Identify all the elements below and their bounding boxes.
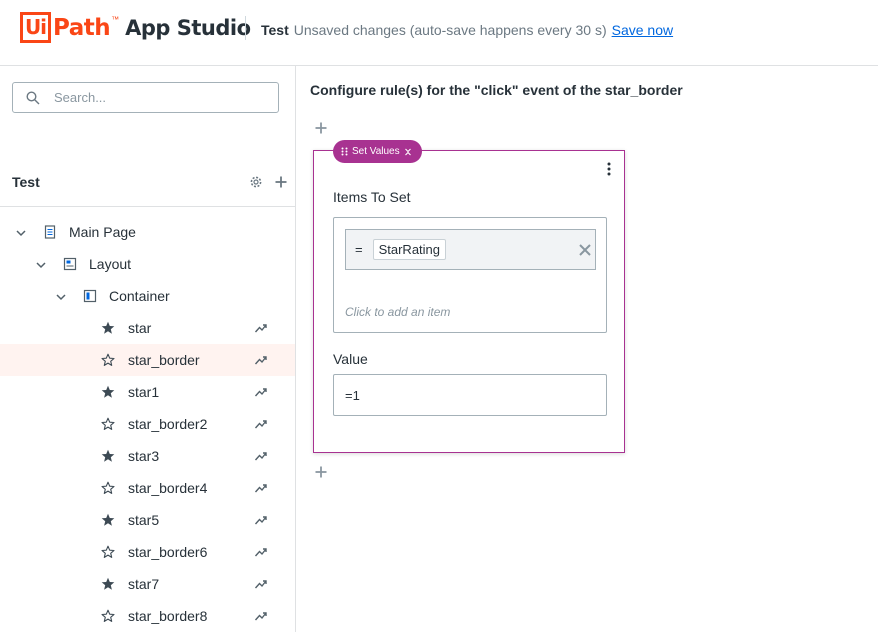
star-outline-icon [101, 417, 115, 431]
event-rules-icon[interactable] [254, 609, 268, 623]
rule-editor: Configure rule(s) for the "click" event … [296, 66, 878, 632]
star-outline-icon [101, 545, 115, 559]
tree-title: Test [12, 174, 40, 190]
more-options-icon[interactable] [604, 162, 614, 176]
tree-item-label: star5 [128, 512, 160, 528]
tree-item-main-page[interactable]: Main Page [0, 216, 295, 248]
add-item-placeholder[interactable]: Click to add an item [345, 305, 450, 319]
tree-item-label: star7 [128, 576, 160, 592]
event-rules-icon[interactable] [254, 577, 268, 591]
tree-item-star5[interactable]: star5 [0, 504, 295, 536]
event-rules-icon[interactable] [254, 353, 268, 367]
rule-title: Configure rule(s) for the "click" event … [310, 82, 683, 98]
items-to-set-box[interactable]: = StarRating Click to add an item [333, 217, 607, 333]
tree-item-label: Layout [89, 256, 132, 272]
tree-item-star3[interactable]: star3 [0, 440, 295, 472]
logo-tm: ™ [111, 15, 120, 24]
item-row[interactable]: = StarRating [345, 229, 596, 270]
tree-item-label: Main Page [69, 224, 136, 240]
save-now-link[interactable]: Save now [612, 22, 673, 38]
close-icon[interactable] [578, 243, 592, 257]
collapse-chevron-icon[interactable] [404, 148, 412, 156]
sidebar: Test Main Page Layout Container star star_bo… [0, 66, 296, 632]
star-filled-icon [101, 321, 115, 335]
tree-item-layout[interactable]: Layout [0, 248, 295, 280]
drag-handle-icon[interactable] [341, 147, 348, 156]
tree-item-star-border[interactable]: star_border [0, 344, 295, 376]
chevron-down-icon[interactable] [15, 226, 27, 238]
expression-equals: = [355, 242, 363, 257]
tree-item-star-border4[interactable]: star_border4 [0, 472, 295, 504]
search-input[interactable] [54, 90, 254, 105]
control-tree: Main Page Layout Container star star_borders… [0, 216, 295, 632]
items-to-set-label: Items To Set [333, 189, 411, 205]
star-filled-icon [101, 577, 115, 591]
gear-icon[interactable] [249, 175, 263, 189]
tree-item-label: star1 [128, 384, 160, 400]
value-input[interactable]: =1 [333, 374, 607, 416]
item-chip[interactable]: StarRating [372, 239, 447, 260]
tree-item-star-border8[interactable]: star_border8 [0, 600, 295, 632]
page-icon [43, 225, 57, 239]
event-rules-icon[interactable] [254, 385, 268, 399]
tree-item-star1[interactable]: star1 [0, 376, 295, 408]
tree-item-label: star3 [128, 448, 160, 464]
container-icon [83, 289, 97, 303]
uipath-logo: Ui Path ™ App Studio [20, 12, 251, 43]
star-outline-icon [101, 609, 115, 623]
add-rule-top-plus-icon[interactable] [314, 121, 328, 135]
app-name: Test [261, 22, 289, 38]
rule-type-tag[interactable]: Set Values [333, 140, 422, 163]
header-divider [245, 16, 246, 40]
search-box[interactable] [12, 82, 279, 113]
tree-item-label: star_border4 [128, 480, 208, 496]
add-rule-bottom-plus-icon[interactable] [314, 465, 328, 479]
event-rules-icon[interactable] [254, 321, 268, 335]
tree-item-star7[interactable]: star7 [0, 568, 295, 600]
star-filled-icon [101, 513, 115, 527]
chevron-down-icon[interactable] [35, 258, 47, 270]
tree-header: Test [12, 174, 288, 194]
event-rules-icon[interactable] [254, 545, 268, 559]
tree-item-label: star [128, 320, 152, 336]
add-control-plus-icon[interactable] [274, 175, 288, 189]
logo-path: Path [53, 14, 111, 41]
logo-box: Ui [20, 12, 51, 43]
save-status: Test Unsaved changes (auto-save happens … [261, 22, 673, 38]
tree-item-label: star_border6 [128, 544, 208, 560]
event-rules-icon[interactable] [254, 417, 268, 431]
event-rules-icon[interactable] [254, 481, 268, 495]
tree-item-label: star_border [128, 352, 200, 368]
star-outline-icon [101, 353, 115, 367]
tree-item-star[interactable]: star [0, 312, 295, 344]
tree-item-container[interactable]: Container [0, 280, 295, 312]
star-filled-icon [101, 385, 115, 399]
star-outline-icon [101, 481, 115, 495]
tree-item-star-border2[interactable]: star_border2 [0, 408, 295, 440]
app-header: Ui Path ™ App Studio Test Unsaved change… [0, 0, 878, 66]
value-label: Value [333, 351, 368, 367]
rule-type-label: Set Values [352, 146, 400, 157]
set-values-rule-card[interactable]: Set Values Items To Set = StarRating Cli… [313, 140, 625, 453]
layout-icon [63, 257, 77, 271]
tree-item-star-border6[interactable]: star_border6 [0, 536, 295, 568]
tree-item-label: star_border2 [128, 416, 208, 432]
logo-product: App Studio [125, 15, 251, 40]
star-filled-icon [101, 449, 115, 463]
event-rules-icon[interactable] [254, 513, 268, 527]
chevron-down-icon[interactable] [55, 290, 67, 302]
event-rules-icon[interactable] [254, 449, 268, 463]
unsaved-text: Unsaved changes (auto-save happens every… [293, 22, 607, 38]
tree-item-label: Container [109, 288, 170, 304]
tree-item-label: star_border8 [128, 608, 208, 624]
tree-divider [0, 206, 296, 207]
search-icon [26, 90, 40, 104]
